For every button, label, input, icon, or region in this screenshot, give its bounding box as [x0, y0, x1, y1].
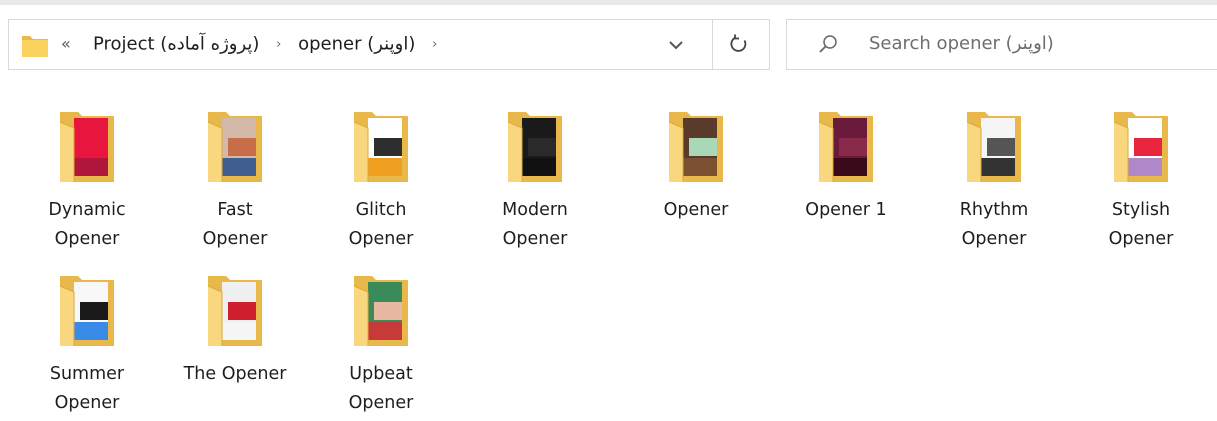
breadcrumb-project[interactable]: Project (پروژه آماده) [93, 34, 259, 55]
address-bar[interactable]: « Project (پروژه آماده) › opener (اوپنر)… [8, 19, 770, 70]
thumbnail-band [987, 138, 1015, 156]
thumbnail-bottom [74, 158, 108, 176]
folder-item[interactable]: Upbeat Opener [316, 272, 446, 418]
folder-icon [353, 112, 408, 182]
thumbnail-bottom [368, 322, 402, 340]
folder-label: Summer Opener [22, 360, 152, 418]
thumbnail-band [528, 138, 556, 156]
folder-label-line1: Stylish [1111, 200, 1171, 220]
folder-item[interactable]: Stylish Opener [1076, 108, 1206, 254]
folder-icon [668, 112, 723, 182]
thumbnail-band [839, 138, 867, 156]
folder-label: Stylish Opener [1076, 196, 1206, 254]
folder-label-line1: Opener 1 [805, 200, 887, 220]
search-input[interactable]: Search opener (اوپنر) [869, 33, 1054, 54]
folder-icon [1113, 112, 1168, 182]
folder-label-line1: Rhythm [959, 200, 1029, 220]
folder-label-line1: Fast [217, 200, 253, 220]
folder-label: Rhythm Opener [929, 196, 1059, 254]
folder-label-line2: Opener [54, 229, 120, 249]
thumbnail-band [228, 138, 256, 156]
folder-label-line2: Opener [54, 393, 120, 413]
folder-label-line1: Opener [663, 200, 729, 220]
folder-label-line2: Opener [348, 393, 414, 413]
thumbnail-band [374, 302, 402, 320]
folder-item[interactable]: Rhythm Opener [929, 108, 1059, 254]
pane-edge [1205, 80, 1217, 421]
folder-item[interactable]: Dynamic Opener [22, 108, 152, 254]
folder-label-line2: Opener [348, 229, 414, 249]
folder-item[interactable]: Summer Opener [22, 272, 152, 418]
folder-label-line1: Summer [49, 364, 125, 384]
folder-label-line1: Upbeat [349, 364, 413, 384]
folder-label: Opener [631, 196, 761, 225]
thumbnail-band [1134, 138, 1162, 156]
breadcrumb-separator-trailing[interactable]: › [432, 37, 437, 52]
thumbnail-band [689, 138, 717, 156]
thumbnail-band [374, 138, 402, 156]
folder-label-line1: Dynamic [48, 200, 126, 220]
thumbnail-bottom [222, 158, 256, 176]
folder-label-line1: Modern [502, 200, 568, 220]
thumbnail-band [80, 302, 108, 320]
folder-item[interactable]: Glitch Opener [316, 108, 446, 254]
thumbnail-band [228, 302, 256, 320]
folder-icon [207, 112, 262, 182]
folder-item[interactable]: The Opener [170, 272, 300, 389]
folder-label: Dynamic Opener [22, 196, 152, 254]
search-box[interactable]: Search opener (اوپنر) [786, 19, 1217, 70]
window-top-strip [0, 0, 1217, 5]
thumbnail-bottom [1128, 158, 1162, 176]
thumbnail-bottom [368, 158, 402, 176]
folder-label: Glitch Opener [316, 196, 446, 254]
folder-label: The Opener [170, 360, 300, 389]
folder-label: Opener 1 [781, 196, 911, 225]
folder-icon [207, 276, 262, 346]
thumbnail-bottom [522, 158, 556, 176]
thumbnail-bottom [981, 158, 1015, 176]
folder-icon [353, 276, 408, 346]
folder-label-line2: Opener [961, 229, 1027, 249]
folder-label: Modern Opener [470, 196, 600, 254]
thumbnail-bottom [683, 158, 717, 176]
divider [712, 20, 713, 69]
folder-icon [818, 112, 873, 182]
breadcrumb-separator[interactable]: › [276, 37, 281, 52]
chevron-down-icon[interactable] [665, 36, 687, 54]
folder-icon [22, 36, 48, 57]
overflow-crumb-button[interactable]: « [61, 34, 71, 53]
search-icon [819, 35, 837, 53]
folder-icon [59, 112, 114, 182]
folder-label: Upbeat Opener [316, 360, 446, 418]
thumbnail-bottom [74, 322, 108, 340]
thumbnail-band [80, 138, 108, 156]
breadcrumb-opener[interactable]: opener (اوپنر) [298, 34, 415, 55]
folder-icon [507, 112, 562, 182]
folder-label-line2: Opener [502, 229, 568, 249]
folder-label: Fast Opener [170, 196, 300, 254]
folder-item[interactable]: Opener 1 [781, 108, 911, 225]
thumbnail-bottom [833, 158, 867, 176]
folder-icon [966, 112, 1021, 182]
folder-label-line1: Glitch [355, 200, 407, 220]
folder-label-line2: Opener [202, 229, 268, 249]
folder-item[interactable]: Opener [631, 108, 761, 225]
breadcrumb: Project (پروژه آماده) › opener (اوپنر) › [93, 33, 448, 55]
folder-item[interactable]: Fast Opener [170, 108, 300, 254]
folder-label-line1: The Opener [183, 364, 287, 384]
refresh-icon[interactable] [727, 32, 751, 56]
folder-item[interactable]: Modern Opener [470, 108, 600, 254]
folder-label-line2: Opener [1108, 229, 1174, 249]
thumbnail-bottom [222, 322, 256, 340]
folder-icon [59, 276, 114, 346]
